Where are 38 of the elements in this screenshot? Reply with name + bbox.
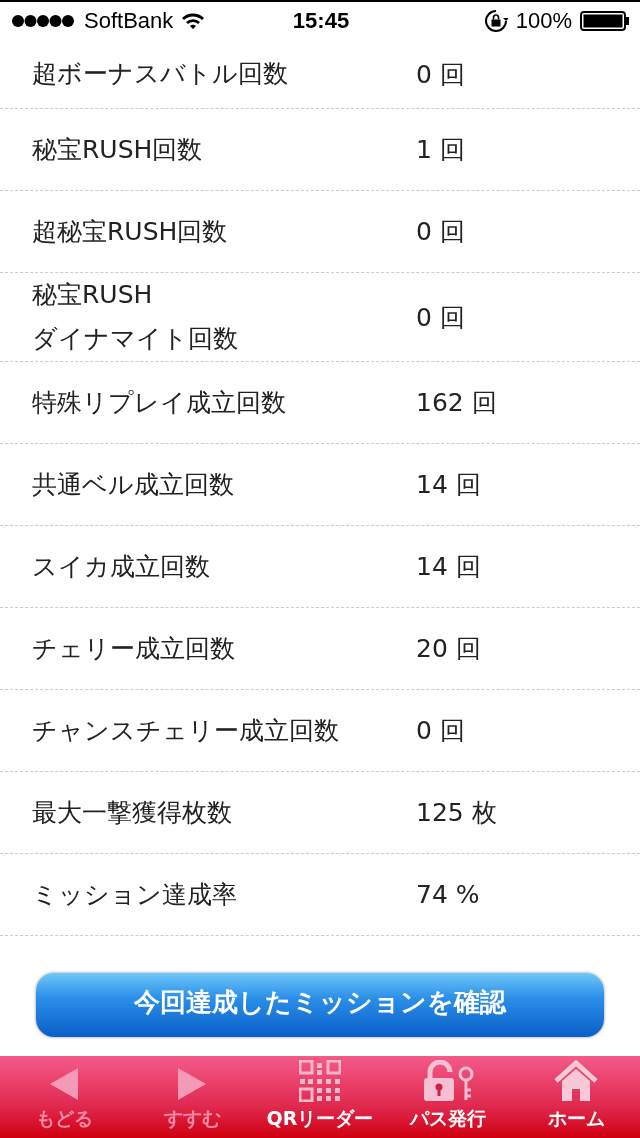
stat-value: 20 回 <box>416 633 481 665</box>
stat-value: 0 回 <box>416 216 465 248</box>
status-time: 15:45 <box>292 8 350 34</box>
signal-icon <box>12 14 76 28</box>
stat-label: 特殊リプレイ成立回数 <box>32 386 287 419</box>
stat-value: 162 回 <box>416 387 497 419</box>
left-triangle-icon <box>48 1066 80 1102</box>
stat-label: 超秘宝RUSH回数 <box>32 215 229 248</box>
stat-label: チェリー成立回数 <box>32 632 236 665</box>
stat-label: スイカ成立回数 <box>32 550 211 583</box>
stat-label: 秘宝RUSH回数 <box>32 133 204 166</box>
stat-label: 超ボーナスバトル回数 <box>32 58 289 90</box>
pass-tab[interactable]: パス発行 <box>384 1056 512 1138</box>
stat-value: 1 回 <box>416 134 465 166</box>
carrier-name: SoftBank <box>84 8 174 34</box>
right-triangle-icon <box>176 1066 208 1102</box>
stat-value: 14 回 <box>416 469 481 501</box>
stat-label: 秘宝RUSH ダイナマイト回数 <box>32 279 239 355</box>
rotation-lock-icon <box>483 9 508 33</box>
stat-value: 0 回 <box>416 301 465 334</box>
stat-label: チャンスチェリー成立回数 <box>32 714 340 747</box>
padlock-key-icon <box>422 1060 474 1102</box>
home-icon <box>553 1060 599 1102</box>
confirm-missions-button[interactable]: 今回達成したミッションを確認 <box>36 973 604 1037</box>
stat-value: 0 回 <box>416 715 465 747</box>
stat-label: 最大一撃獲得枚数 <box>32 796 233 829</box>
stat-value: 0 回 <box>416 58 465 91</box>
battery-percent: 100% <box>515 8 572 34</box>
stat-value: 125 枚 <box>416 797 497 829</box>
qr-code-icon <box>299 1060 341 1102</box>
stat-label: 共通ベル成立回数 <box>32 468 235 501</box>
wifi-icon <box>181 12 206 30</box>
qr-tab[interactable]: QRリーダー <box>256 1056 384 1138</box>
stat-label: ミッション達成率 <box>32 878 238 911</box>
battery-icon <box>580 11 630 31</box>
stat-value: 74 % <box>416 880 480 909</box>
stat-value: 14 回 <box>416 551 481 583</box>
home-tab[interactable]: ホーム <box>512 1056 640 1138</box>
